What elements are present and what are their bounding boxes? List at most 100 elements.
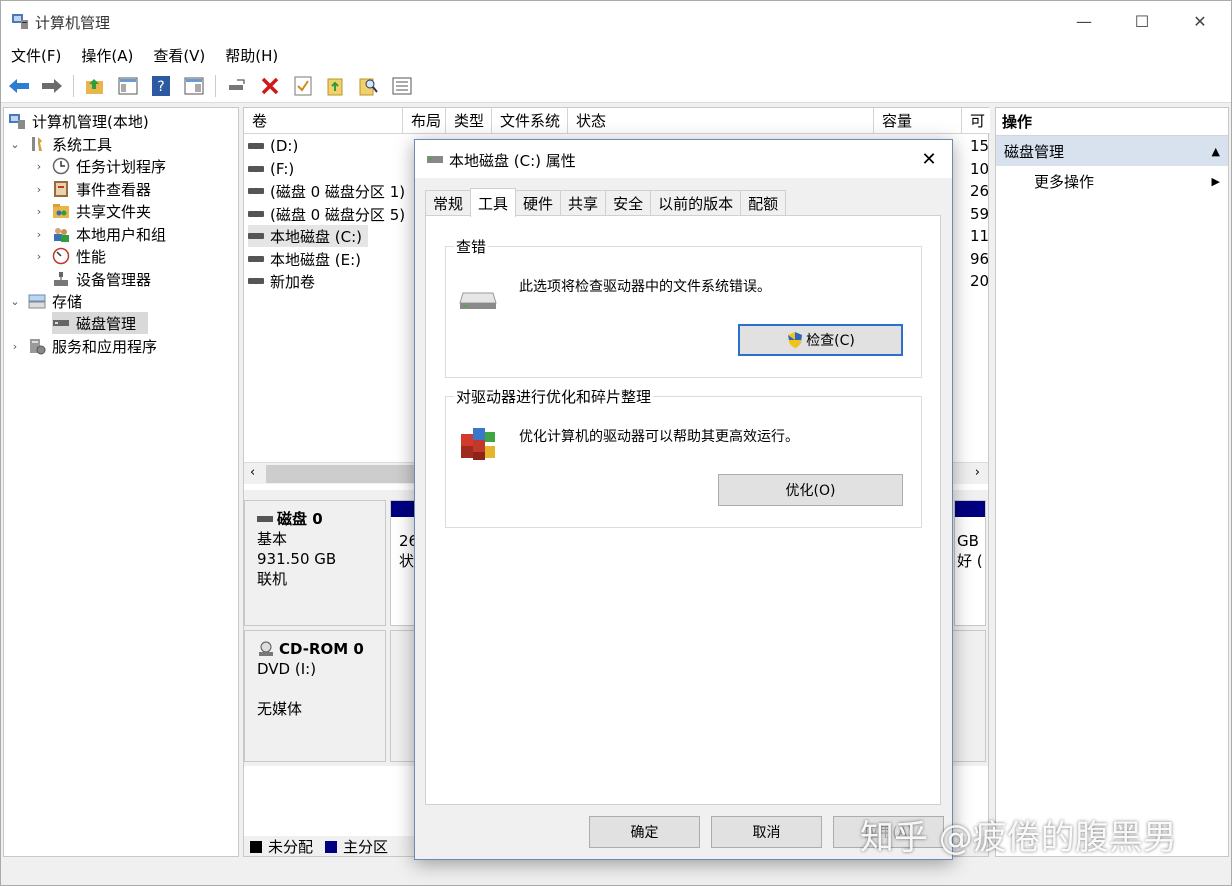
search-button[interactable]: [357, 74, 381, 98]
disk-0-label[interactable]: 磁盘 0 基本 931.50 GB 联机: [244, 500, 386, 626]
tab-previous-versions[interactable]: 以前的版本: [650, 190, 742, 216]
tab-quota[interactable]: 配额: [740, 190, 787, 216]
column-header-capacity[interactable]: 容量: [874, 108, 962, 134]
device-manager-icon: [54, 272, 68, 286]
column-header-layout[interactable]: 布局: [403, 108, 446, 134]
chevron-right-icon[interactable]: ›: [32, 228, 46, 241]
chevron-right-icon[interactable]: ›: [8, 340, 22, 353]
properties-pane-button[interactable]: [182, 74, 206, 98]
menu-view[interactable]: 查看(V): [143, 45, 215, 66]
tree-item-disk-management[interactable]: 磁盘管理: [52, 312, 148, 334]
table-row[interactable]: 新加卷: [248, 270, 315, 292]
volume-name: 新加卷: [270, 272, 316, 291]
free-cell: 11: [970, 227, 990, 245]
chevron-down-icon[interactable]: ⌄: [8, 295, 22, 308]
tree-label-shared-folders: 共享文件夹: [76, 202, 152, 221]
dialog-close-button[interactable]: ✕: [914, 144, 944, 174]
column-header-status[interactable]: 状态: [568, 108, 874, 134]
watermark: 知乎 @疲倦的腹黑男: [860, 818, 1177, 858]
free-cell: 15: [970, 137, 990, 155]
ok-button[interactable]: 确定: [589, 816, 700, 848]
window-title: 计算机管理: [35, 14, 111, 32]
drive-icon: [248, 188, 264, 194]
partition-block[interactable]: GB 好 (: [954, 500, 986, 626]
chevron-right-icon[interactable]: ›: [32, 160, 46, 173]
more-actions[interactable]: 更多操作 ▶: [996, 166, 1228, 196]
table-row[interactable]: 本地磁盘 (E:): [248, 248, 361, 270]
column-header-type[interactable]: 类型: [446, 108, 492, 134]
tree-label-root: 计算机管理(本地): [32, 112, 149, 131]
chevron-right-icon[interactable]: ›: [32, 205, 46, 218]
toolbar-separator: [215, 74, 216, 97]
tree-item-system-tools[interactable]: ⌄ 系统工具: [8, 133, 112, 155]
table-row[interactable]: (F:): [248, 158, 294, 180]
cdrom-0-label[interactable]: CD-ROM 0 DVD (I:) 无媒体: [244, 630, 386, 762]
legend: 未分配 主分区: [250, 836, 388, 857]
folder-up-icon: [86, 78, 103, 94]
tree-item-task-scheduler[interactable]: › 任务计划程序: [32, 155, 166, 177]
tree-label-device-manager: 设备管理器: [76, 270, 152, 289]
dialog-title: 本地磁盘 (C:) 属性: [449, 152, 576, 170]
show-hide-tree-button[interactable]: [116, 74, 140, 98]
table-row[interactable]: (磁盘 0 磁盘分区 1): [248, 180, 405, 202]
volume-name: 本地磁盘 (E:): [270, 250, 362, 269]
up-folder-button[interactable]: [83, 74, 107, 98]
tree-item-root[interactable]: 计算机管理(本地): [8, 110, 149, 132]
clock-icon: [52, 157, 70, 175]
scroll-right-icon[interactable]: ›: [975, 465, 980, 480]
tab-general[interactable]: 常规: [425, 190, 472, 216]
error-checking-text: 此选项将检查驱动器中的文件系统错误。: [519, 279, 771, 295]
legend-primary-swatch: [325, 840, 338, 853]
check-button[interactable]: [291, 74, 315, 98]
tree-item-performance[interactable]: › 性能: [32, 245, 106, 267]
services-icon: [30, 339, 46, 355]
tab-sharing[interactable]: 共享: [560, 190, 607, 216]
table-row[interactable]: (D:): [248, 135, 298, 157]
tab-security[interactable]: 安全: [605, 190, 652, 216]
close-button[interactable]: ✕: [1171, 1, 1229, 41]
action-pane-icon: [184, 77, 204, 94]
forward-button[interactable]: [40, 74, 64, 98]
tree-item-event-viewer[interactable]: › 事件查看器: [32, 178, 151, 200]
chevron-right-icon[interactable]: ›: [32, 250, 46, 263]
check-button[interactable]: 检查(C): [738, 324, 903, 356]
tree-item-services-apps[interactable]: › 服务和应用程序: [8, 335, 157, 357]
connect-button[interactable]: [225, 74, 249, 98]
scroll-left-icon[interactable]: ‹: [250, 465, 255, 480]
list-view-button[interactable]: [390, 74, 414, 98]
chevron-down-icon[interactable]: ⌄: [8, 138, 22, 151]
export-button[interactable]: [324, 74, 348, 98]
help-button[interactable]: ?: [149, 74, 173, 98]
column-header-free[interactable]: 可: [962, 108, 990, 134]
tree-item-local-users[interactable]: › 本地用户和组: [32, 223, 166, 245]
column-header-volume[interactable]: 卷: [244, 108, 403, 134]
actions-section-disk-management[interactable]: 磁盘管理 ▲: [996, 136, 1228, 166]
tree-item-device-manager[interactable]: 设备管理器: [52, 268, 151, 290]
menu-action[interactable]: 操作(A): [71, 45, 143, 66]
tab-hardware[interactable]: 硬件: [515, 190, 562, 216]
tree-item-shared-folders[interactable]: › 共享文件夹: [32, 200, 151, 222]
storage-icon: [28, 294, 46, 309]
tree-item-storage[interactable]: ⌄ 存储: [8, 290, 82, 312]
table-row[interactable]: 本地磁盘 (C:): [248, 225, 368, 247]
menu-help[interactable]: 帮助(H): [215, 45, 288, 66]
maximize-button[interactable]: ☐: [1113, 1, 1171, 41]
column-header-filesystem[interactable]: 文件系统: [492, 108, 568, 134]
tab-tools[interactable]: 工具: [470, 188, 517, 217]
menu-file[interactable]: 文件(F): [1, 45, 71, 66]
partition-fragment: 好 (: [957, 552, 983, 570]
legend-primary-label: 主分区: [343, 838, 389, 856]
disk-name: CD-ROM 0: [279, 640, 364, 658]
table-row[interactable]: (磁盘 0 磁盘分区 5): [248, 203, 405, 225]
disk-status: 联机: [257, 570, 288, 588]
optimize-button[interactable]: 优化(O): [718, 474, 903, 506]
defrag-icon: [461, 428, 495, 460]
chevron-right-icon[interactable]: ›: [32, 183, 46, 196]
collapse-up-icon[interactable]: ▲: [1212, 145, 1220, 158]
volume-name: (磁盘 0 磁盘分区 1): [270, 182, 406, 201]
delete-button[interactable]: [258, 74, 282, 98]
back-button[interactable]: [7, 74, 31, 98]
minimize-button[interactable]: —: [1055, 1, 1113, 41]
scrollbar-thumb[interactable]: [266, 465, 416, 483]
cancel-button[interactable]: 取消: [711, 816, 822, 848]
